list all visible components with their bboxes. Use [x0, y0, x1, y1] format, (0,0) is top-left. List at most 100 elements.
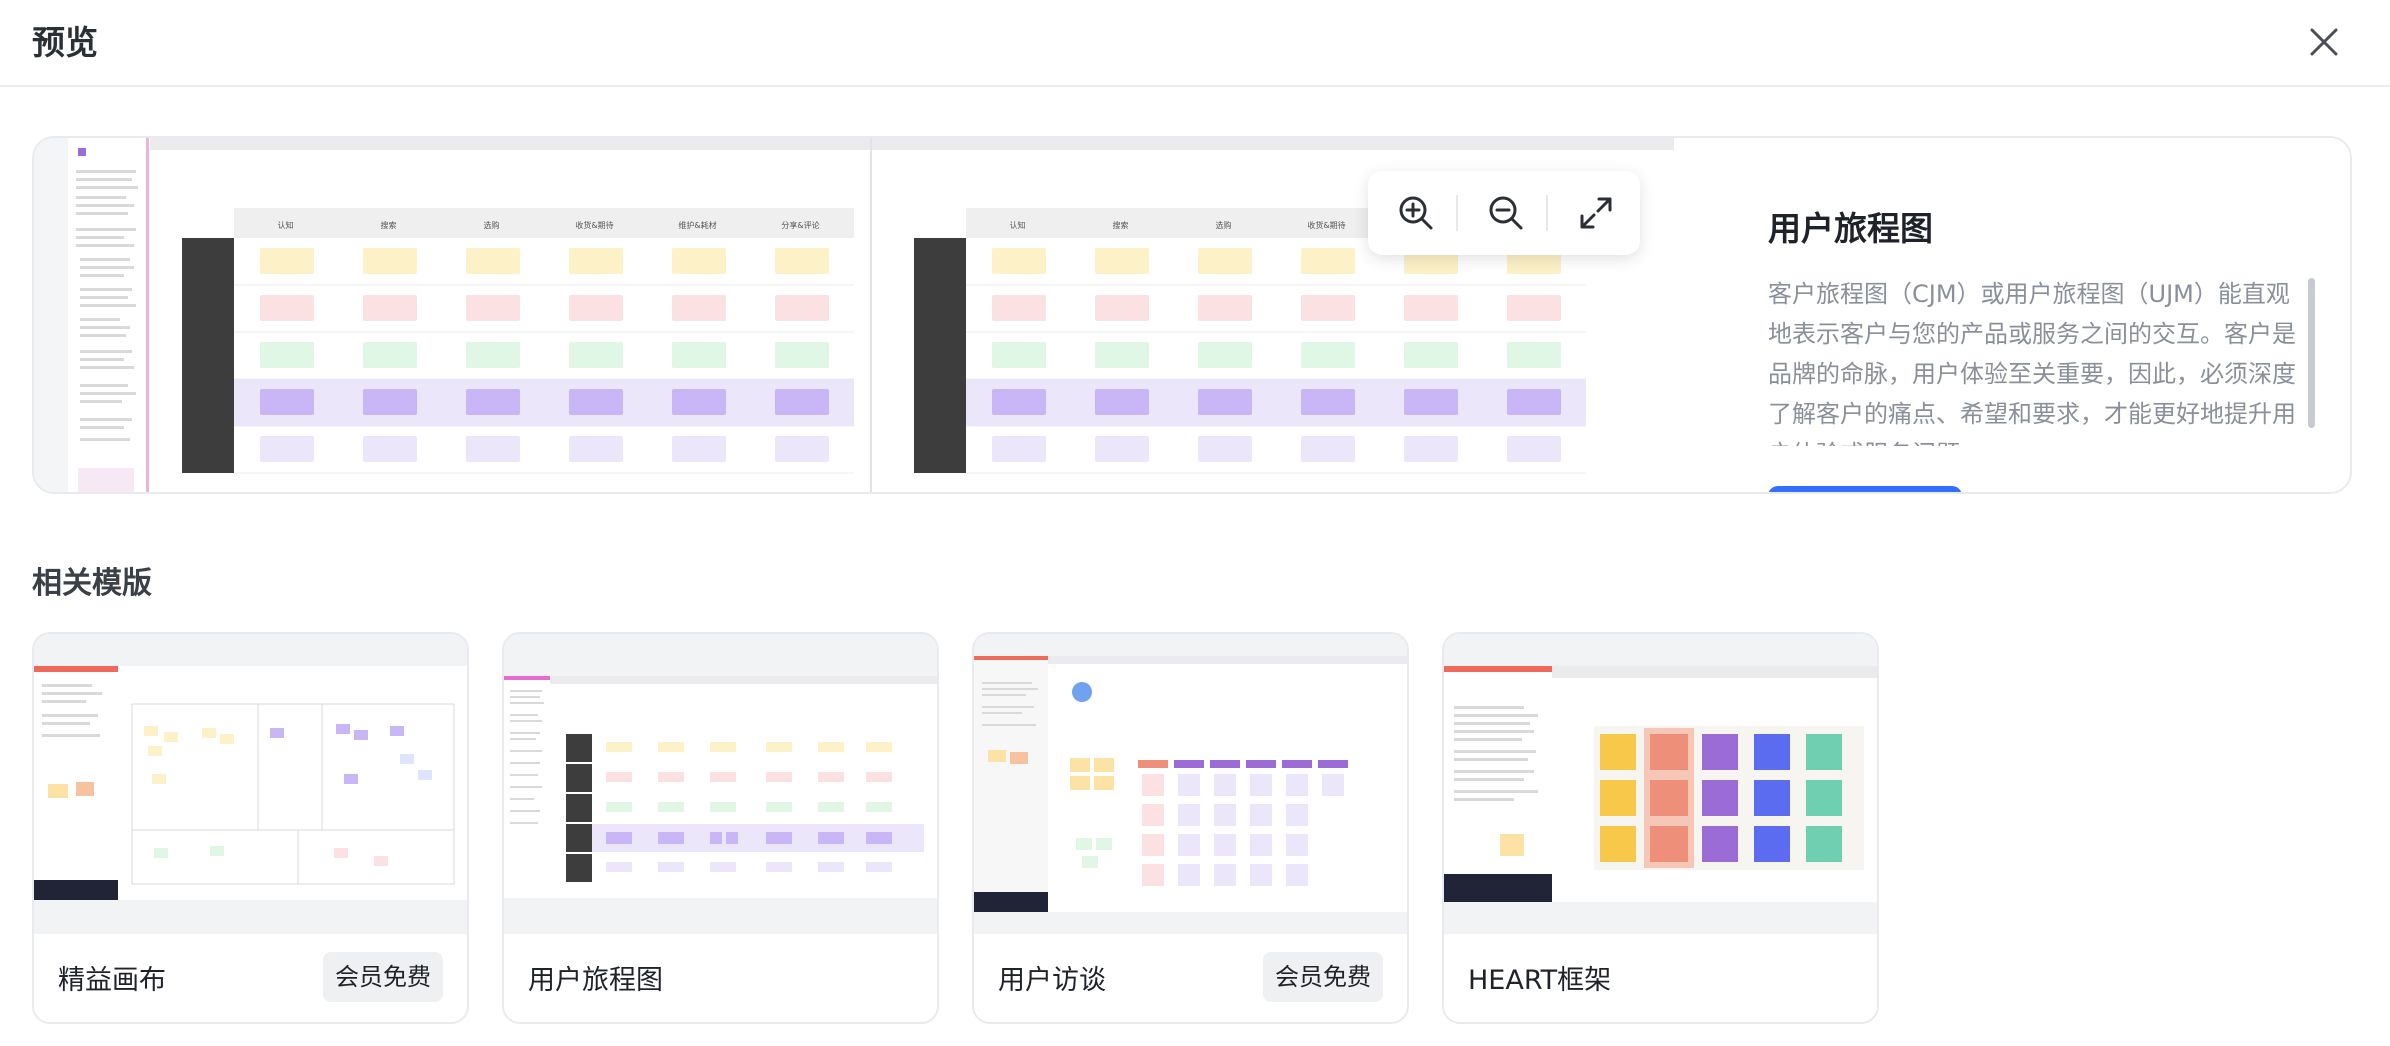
sticky-note [1404, 389, 1458, 415]
stage-label: 认知 [1010, 220, 1026, 230]
sticky-note [1095, 295, 1149, 321]
sticky-note [775, 248, 829, 274]
template-title: 用户旅程图 [1768, 209, 1933, 248]
sticky-note [775, 436, 829, 462]
template-preview-panel: 认知 搜索 选购 收货&期待 维护&耗材 分享&评论 认知 搜索 选购 收货&期待 用户旅程图 … [32, 136, 2352, 494]
row-header [914, 238, 966, 285]
stage-label: 搜索 [381, 220, 397, 230]
sticky-note [260, 342, 314, 368]
sticky-note [775, 342, 829, 368]
sticky-note [1507, 436, 1561, 462]
sticky-note [569, 389, 623, 415]
sticky-note [1095, 342, 1149, 368]
sticky-note [1198, 248, 1252, 274]
sticky-note [992, 342, 1046, 368]
row-header [182, 238, 234, 285]
sticky-note [992, 436, 1046, 462]
sticky-note [363, 248, 417, 274]
zoom-toolbar [1368, 171, 1640, 255]
sticky-note [466, 342, 520, 368]
sticky-note [992, 248, 1046, 274]
template-card-name: 用户访谈 [998, 965, 1106, 996]
stage-label: 分享&评论 [781, 220, 819, 230]
sticky-note [1301, 295, 1355, 321]
sticky-note [1198, 295, 1252, 321]
highlight-row [966, 379, 1586, 426]
sticky-note [1198, 342, 1252, 368]
expand-icon[interactable] [1574, 191, 1618, 235]
sticky-note [466, 248, 520, 274]
sticky-note [466, 295, 520, 321]
sticky-note [1404, 436, 1458, 462]
sticky-note [260, 389, 314, 415]
stage-label: 选购 [484, 220, 500, 230]
stage-label: 搜索 [1113, 220, 1129, 230]
row-header [182, 332, 234, 379]
sticky-note [1198, 436, 1252, 462]
template-thumbnail [504, 634, 937, 934]
row-header [914, 332, 966, 379]
sticky-note [1198, 389, 1252, 415]
stage-label: 收货&期待 [1307, 220, 1345, 230]
sticky-note [1301, 389, 1355, 415]
template-card-name: 精益画布 [58, 965, 166, 996]
template-card-user-journey[interactable]: 用户旅程图 [502, 632, 939, 1024]
sticky-note [1301, 342, 1355, 368]
sticky-note [672, 248, 726, 274]
dialog-header: 预览 [0, 0, 2390, 87]
dialog-title: 预览 [32, 23, 98, 62]
sticky-note [1301, 436, 1355, 462]
sticky-note [775, 389, 829, 415]
highlight-row [234, 379, 854, 426]
stage-label: 收货&期待 [575, 220, 613, 230]
template-card-name: 用户旅程图 [528, 965, 663, 996]
sticky-note [992, 389, 1046, 415]
zoom-out-icon[interactable] [1484, 191, 1528, 235]
stage-label: 选购 [1216, 220, 1232, 230]
description-scrollbar[interactable] [2308, 278, 2315, 428]
sticky-note [569, 342, 623, 368]
sticky-note [1507, 389, 1561, 415]
sticky-note [260, 248, 314, 274]
template-description: 客户旅程图（CJM）或用户旅程图（UJM）能直观地表示客户与您的产品或服务之间的… [1768, 280, 2296, 446]
use-template-button[interactable] [1768, 486, 1962, 492]
sticky-note [363, 389, 417, 415]
template-thumbnail [34, 634, 467, 934]
sticky-note [1404, 295, 1458, 321]
stage-label: 维护&耗材 [678, 220, 716, 230]
template-thumbnail [974, 634, 1407, 934]
sticky-note [260, 295, 314, 321]
row-header [914, 426, 966, 473]
sticky-note [466, 389, 520, 415]
toolbar-divider [1456, 195, 1458, 231]
zoom-in-icon[interactable] [1394, 191, 1438, 235]
sticky-note [775, 295, 829, 321]
template-thumbnail [1444, 634, 1877, 934]
row-header [182, 426, 234, 473]
sticky-note [672, 342, 726, 368]
member-free-badge: 会员免费 [1263, 952, 1383, 1002]
stage-label: 认知 [278, 220, 294, 230]
template-card-user-interview[interactable]: 用户访谈 会员免费 [972, 632, 1409, 1024]
row-header [182, 379, 234, 426]
sticky-note [1095, 436, 1149, 462]
sticky-note [672, 389, 726, 415]
sticky-note [569, 248, 623, 274]
row-header [914, 285, 966, 332]
sticky-note [672, 295, 726, 321]
row-header [182, 285, 234, 332]
sticky-note [1301, 248, 1355, 274]
template-card-heart-framework[interactable]: HEART框架 [1442, 632, 1879, 1024]
sticky-note [1095, 389, 1149, 415]
template-info: 用户旅程图 客户旅程图（CJM）或用户旅程图（UJM）能直观地表示客户与您的产品… [1674, 138, 2350, 492]
sticky-note [1507, 342, 1561, 368]
sticky-note [672, 436, 726, 462]
close-icon[interactable] [2302, 20, 2346, 64]
sticky-note [569, 436, 623, 462]
sticky-note [1404, 342, 1458, 368]
toolbar-divider [1546, 195, 1548, 231]
sticky-note [466, 436, 520, 462]
sticky-note [363, 295, 417, 321]
template-card-lean-canvas[interactable]: 精益画布 会员免费 [32, 632, 469, 1024]
row-header [914, 379, 966, 426]
